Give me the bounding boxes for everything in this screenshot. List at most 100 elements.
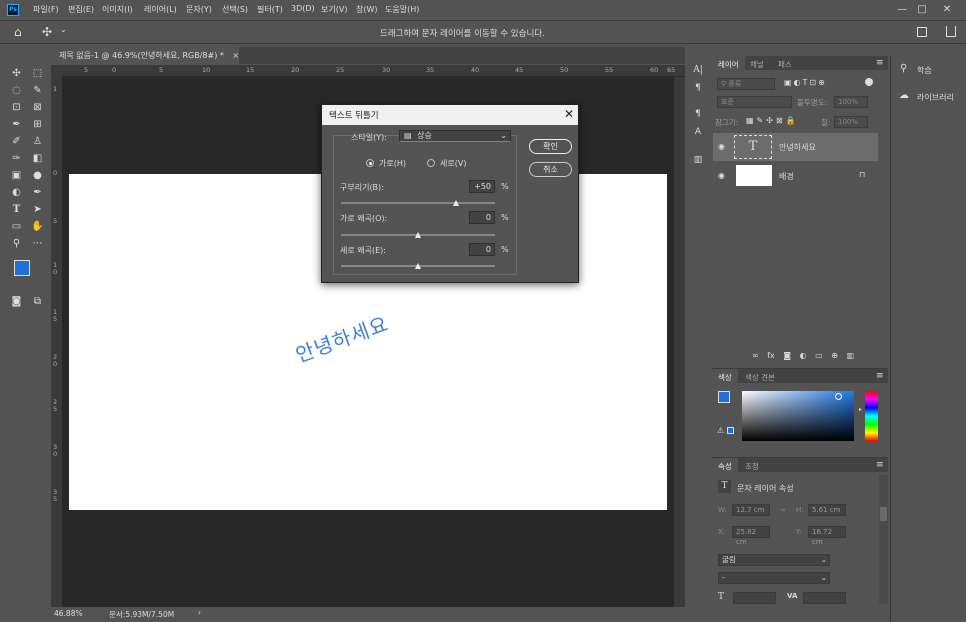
dodge-tool-icon[interactable]: ◐ (10, 186, 23, 199)
layer-name[interactable]: 배경 (779, 171, 794, 182)
glyphs-panel-icon[interactable]: ▥ (692, 154, 704, 166)
blur-tool-icon[interactable]: ● (31, 169, 44, 182)
link-layers-icon[interactable]: ∞ (752, 351, 759, 360)
layer-row-text[interactable]: ◉ T 안녕하세요 (713, 133, 878, 161)
tab-swatches[interactable]: 색상 견본 (739, 369, 781, 383)
screen-mode-icon[interactable]: ⧉ (31, 295, 44, 308)
scrollbar-thumb[interactable] (880, 507, 887, 521)
tracking-select[interactable] (803, 592, 846, 604)
adjustment-icon[interactable]: ◐ (800, 351, 807, 360)
lock-icons[interactable]: ▦✎✣⊠🔒 (746, 116, 799, 125)
font-size-select[interactable] (733, 592, 776, 604)
horizontal-distortion-thumb[interactable] (414, 232, 421, 238)
chevron-down-icon[interactable]: ⌄ (60, 25, 67, 34)
bend-input[interactable]: +50 (469, 180, 495, 193)
frame-tool-icon[interactable]: ⊠ (31, 101, 44, 114)
x-input[interactable]: 25.82 cm (732, 526, 770, 546)
healing-brush-icon[interactable]: ⊞ (31, 118, 44, 131)
move-tool-icon[interactable]: ✣ (42, 25, 52, 39)
crop-tool-icon[interactable]: ⊡ (10, 101, 23, 114)
panel-menu-icon[interactable]: ≡ (876, 460, 884, 470)
panel-menu-icon[interactable]: ≡ (876, 371, 884, 381)
stamp-tool-icon[interactable]: ♙ (31, 135, 44, 148)
menu-help[interactable]: 도움말(H) (385, 4, 419, 15)
menu-3d[interactable]: 3D(D) (291, 4, 315, 13)
foreground-color-swatch[interactable] (14, 260, 30, 276)
trash-icon[interactable]: ▥ (847, 351, 855, 360)
layer-row-background[interactable]: ◉ 배경 ⊓ (713, 162, 878, 190)
hue-slider[interactable] (865, 391, 878, 441)
vertical-distortion-input[interactable]: 0 (469, 243, 495, 256)
move-tool-icon[interactable]: ✣ (10, 67, 23, 80)
tab-paths[interactable]: 패스 (772, 56, 798, 70)
arrange-icon[interactable] (917, 27, 927, 37)
new-layer-icon[interactable]: ⊕ (831, 351, 838, 360)
vertical-distortion-thumb[interactable] (414, 263, 421, 269)
fill-input[interactable]: 100% (834, 116, 868, 128)
gradient-tool-icon[interactable]: ▣ (10, 169, 23, 182)
menu-type[interactable]: 문자(Y) (186, 4, 212, 15)
horizontal-radio[interactable] (366, 159, 374, 167)
libraries-panel-button[interactable]: 라이브러리 (917, 92, 954, 103)
marquee-tool-icon[interactable]: ⬚ (31, 67, 44, 80)
brush-tool-icon[interactable]: ✐ (10, 135, 23, 148)
filter-type-icons[interactable]: ▣◐T⊡⊕ (784, 78, 827, 87)
tab-adjustments[interactable]: 조정 (739, 458, 765, 472)
bend-slider-track[interactable] (341, 202, 495, 204)
canvas-scrollbar[interactable] (674, 77, 685, 607)
quick-select-icon[interactable]: ✎ (31, 84, 44, 97)
tab-layers[interactable]: 레이어 (712, 56, 745, 70)
menu-view[interactable]: 보기(V) (321, 4, 347, 15)
pen-tool-icon[interactable]: ✒ (31, 186, 44, 199)
menu-window[interactable]: 창(W) (356, 4, 378, 15)
web-safe-swatch[interactable] (727, 427, 734, 434)
gamut-warning-icon[interactable]: ⚠ (717, 426, 724, 435)
fx-icon[interactable]: fx (767, 351, 775, 360)
character-panel-icon[interactable]: A| (692, 64, 704, 76)
menu-select[interactable]: 선택(S) (222, 4, 248, 15)
eye-icon[interactable]: ◉ (718, 171, 725, 180)
hand-tool-icon[interactable]: ✋ (31, 220, 44, 233)
layer-filter-select[interactable]: ⚲ 종류 (717, 78, 775, 90)
paragraph-styles-icon[interactable]: ¶ (692, 108, 704, 120)
panel-menu-icon[interactable]: ≡ (876, 58, 884, 68)
eraser-tool-icon[interactable]: ◧ (31, 152, 44, 165)
eye-icon[interactable]: ◉ (718, 142, 725, 151)
menu-image[interactable]: 이미지(I) (102, 4, 133, 15)
quick-mask-icon[interactable]: ◙ (10, 295, 23, 308)
paragraph-panel-icon[interactable]: ¶ (692, 82, 704, 94)
width-input[interactable]: 12.7 cm (732, 504, 770, 516)
menu-layer[interactable]: 레이어(L) (144, 4, 177, 15)
color-picker-marker[interactable] (835, 393, 842, 400)
font-style-select[interactable]: - ⌄ (718, 572, 830, 584)
vertical-radio[interactable] (427, 159, 435, 167)
zoom-level[interactable]: 46.88% (54, 609, 83, 618)
link-dimensions-icon[interactable]: ∞ (780, 506, 786, 514)
properties-scrollbar[interactable] (879, 475, 888, 604)
maximize-button[interactable]: □ (915, 3, 929, 17)
foreground-color-swatch[interactable] (718, 391, 730, 403)
mask-icon[interactable]: ◙ (783, 351, 791, 360)
bend-slider-thumb[interactable] (453, 200, 459, 206)
home-icon[interactable]: ⌂ (14, 25, 22, 39)
document-tab[interactable]: 제목 없음-1 @ 46.9%(안녕하세요, RGB/8#) * × (53, 47, 239, 64)
rectangle-tool-icon[interactable]: ▭ (10, 220, 23, 233)
filter-toggle-icon[interactable] (865, 78, 873, 86)
tab-channels[interactable]: 채널 (744, 56, 770, 70)
y-input[interactable]: 16.72 cm (808, 526, 846, 546)
menu-filter[interactable]: 필터(T) (257, 4, 283, 15)
cancel-button[interactable]: 취소 (529, 162, 572, 177)
tab-properties[interactable]: 속성 (712, 458, 738, 472)
blend-mode-select[interactable]: 표준 (717, 96, 792, 108)
type-tool-icon[interactable]: T (10, 203, 23, 216)
horizontal-distortion-input[interactable]: 0 (469, 211, 495, 224)
tab-color[interactable]: 색상 (712, 369, 738, 383)
character-styles-icon[interactable]: A (692, 126, 704, 138)
folder-icon[interactable]: ▭ (815, 351, 823, 360)
layer-name[interactable]: 안녕하세요 (779, 142, 816, 153)
style-select[interactable]: ▤ 상승 ⌄ (399, 130, 511, 142)
font-family-select[interactable]: 굴림 ⌄ (718, 554, 830, 566)
close-tab-icon[interactable]: × (232, 51, 239, 60)
lasso-tool-icon[interactable]: ◌ (10, 84, 23, 97)
ok-button[interactable]: 확인 (529, 139, 572, 154)
